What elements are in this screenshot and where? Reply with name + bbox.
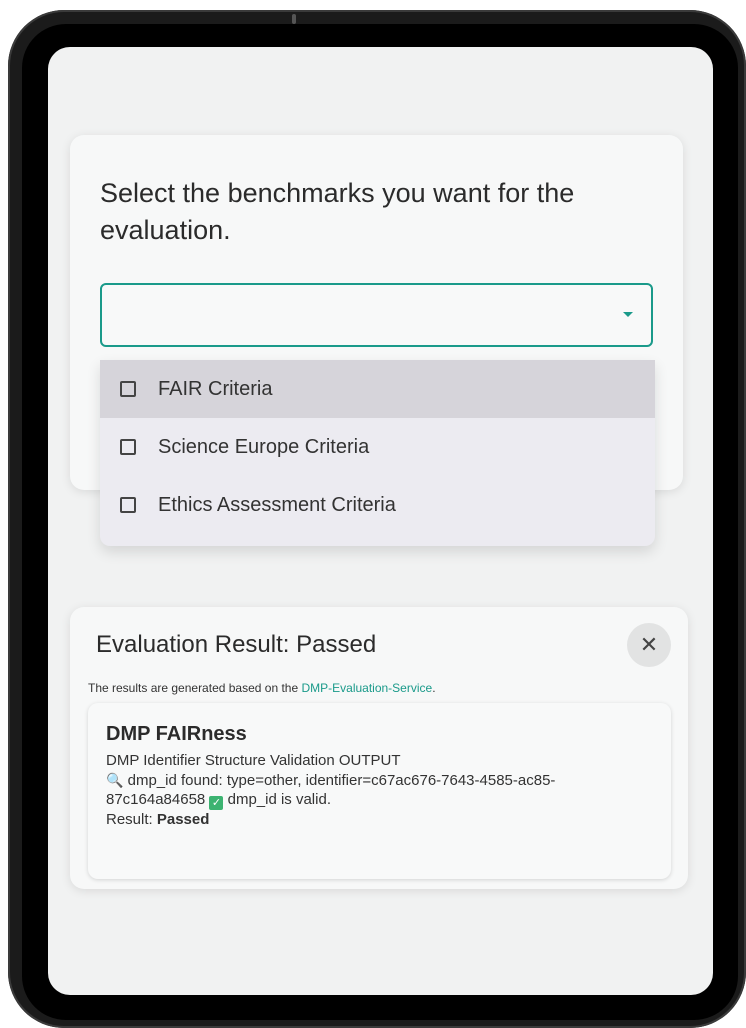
dmp-fairness-card: DMP FAIRness DMP Identifier Structure Va… bbox=[88, 703, 671, 879]
result-title: Evaluation Result: Passed bbox=[96, 631, 377, 658]
dmp-id-valid-text: dmp_id is valid. bbox=[223, 791, 331, 808]
checkbox-icon[interactable] bbox=[120, 497, 136, 513]
output-detail: 🔍 dmp_id found: type=other, identifier=c… bbox=[106, 771, 651, 810]
dmp-fairness-output: DMP Identifier Structure Validation OUTP… bbox=[106, 751, 651, 830]
benchmark-dropdown-menu: FAIR Criteria Science Europe Criteria Et… bbox=[100, 360, 655, 546]
option-fair-criteria[interactable]: FAIR Criteria bbox=[100, 360, 655, 418]
result-value: Passed bbox=[156, 811, 210, 828]
result-label: Result: bbox=[106, 811, 157, 828]
output-heading: DMP Identifier Structure Validation OUTP… bbox=[106, 752, 401, 769]
checkmark-box-icon: ✓ bbox=[209, 796, 224, 810]
magnifier-icon: 🔍 bbox=[106, 771, 124, 788]
power-button bbox=[292, 14, 296, 24]
dmp-fairness-title: DMP FAIRness bbox=[106, 723, 247, 745]
screen: Select the benchmarks you want for the e… bbox=[48, 47, 713, 995]
benchmark-prompt: Select the benchmarks you want for the e… bbox=[100, 178, 575, 245]
evaluation-service-link[interactable]: DMP-Evaluation-Service bbox=[301, 681, 432, 695]
option-ethics-assessment-criteria[interactable]: Ethics Assessment Criteria bbox=[100, 476, 655, 534]
evaluation-result-card: Evaluation Result: Passed ✕ The results … bbox=[70, 607, 688, 889]
result-note: The results are generated based on the D… bbox=[88, 681, 436, 695]
option-label: FAIR Criteria bbox=[158, 377, 273, 400]
result-line: Result: Passed bbox=[106, 810, 651, 830]
close-button[interactable]: ✕ bbox=[627, 623, 671, 667]
note-suffix: . bbox=[432, 681, 436, 695]
caret-down-icon[interactable] bbox=[623, 312, 633, 317]
close-icon: ✕ bbox=[639, 632, 659, 657]
option-label: Science Europe Criteria bbox=[158, 435, 370, 458]
note-prefix: The results are generated based on the bbox=[88, 681, 302, 695]
checkbox-icon[interactable] bbox=[120, 439, 136, 455]
option-label: Ethics Assessment Criteria bbox=[158, 493, 396, 516]
option-science-europe-criteria[interactable]: Science Europe Criteria bbox=[100, 418, 655, 476]
checkbox-icon[interactable] bbox=[120, 381, 136, 397]
benchmark-select[interactable] bbox=[100, 283, 653, 347]
